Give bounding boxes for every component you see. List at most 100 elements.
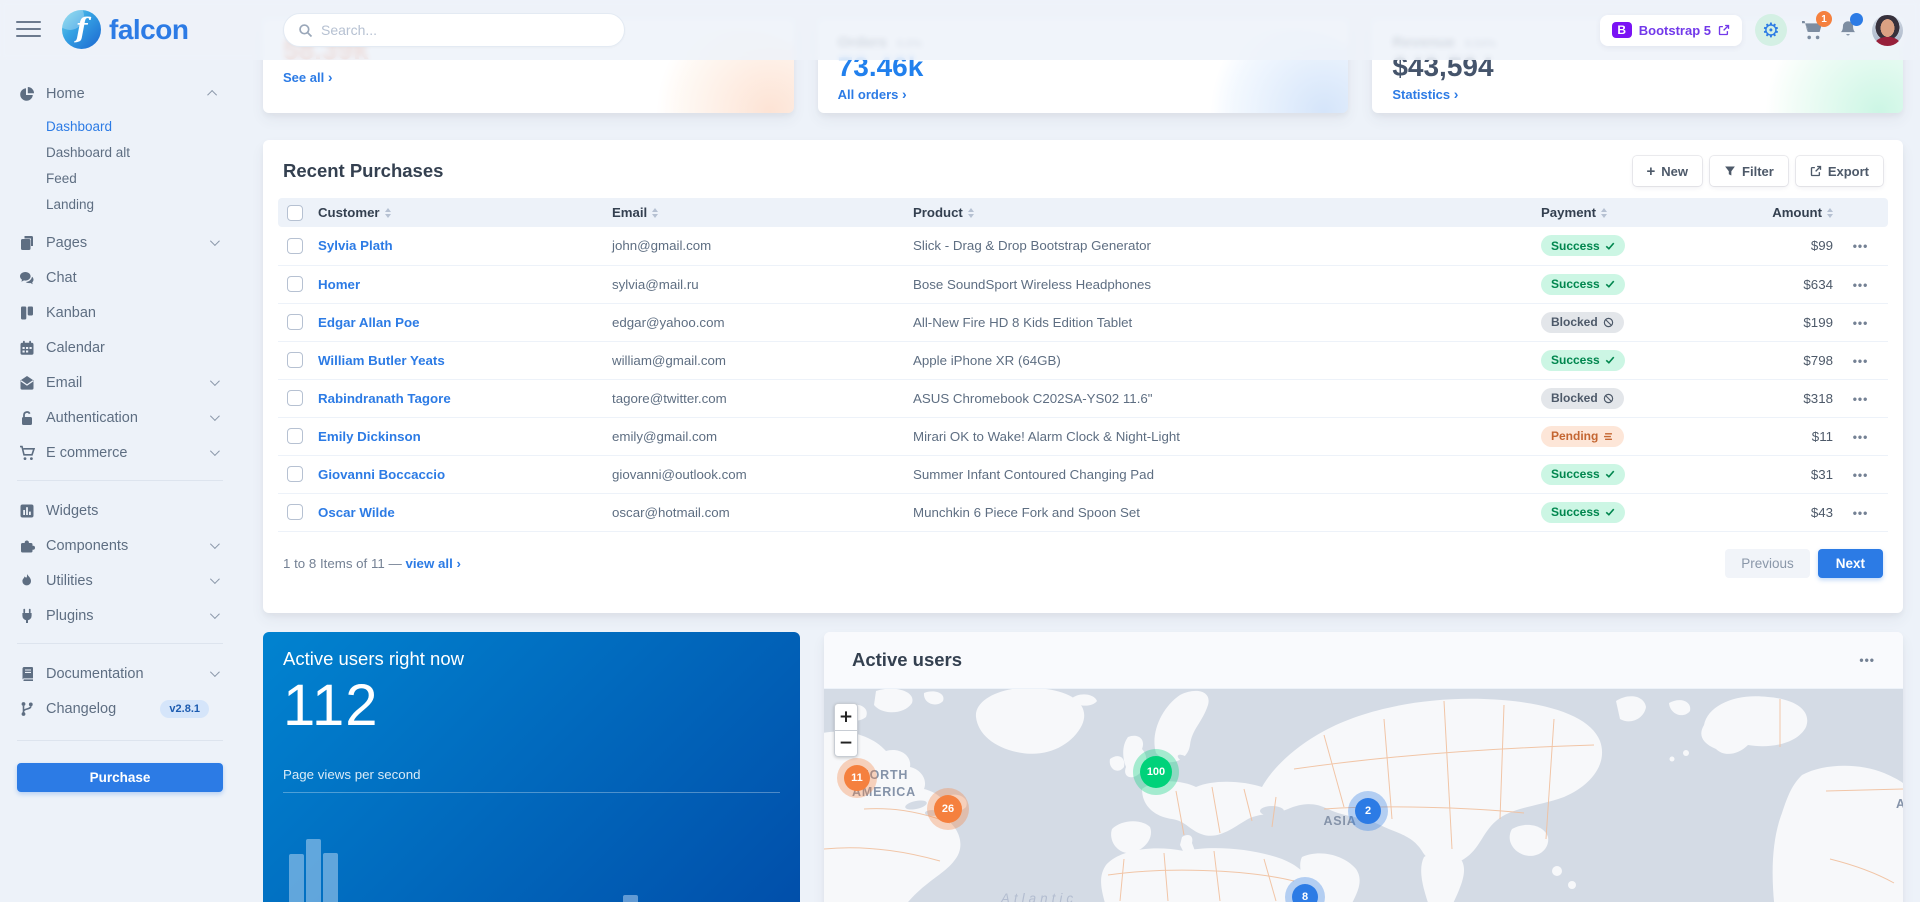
customer-link[interactable]: Homer [318,277,360,292]
recent-purchases-card: Recent Purchases +New Filter Export Cust… [263,140,1903,613]
row-menu-button[interactable]: ••• [1853,354,1869,368]
sidebar-subitem-dashboard-alt[interactable]: Dashboard alt [17,139,223,165]
pageviews-bar [323,853,338,902]
see-all-link[interactable]: See all › [283,69,333,85]
column-header-menu [1833,198,1888,227]
sidebar-item-authentication[interactable]: Authentication [17,400,223,435]
chevron-right-icon: › [902,86,907,102]
sidebar-item-e-commerce[interactable]: E commerce [17,435,223,470]
row-checkbox[interactable] [287,314,303,330]
sidebar-subitem-landing[interactable]: Landing [17,191,223,217]
customer-link[interactable]: Oscar Wilde [318,505,395,520]
customer-link[interactable]: Edgar Allan Poe [318,315,419,330]
sidebar-item-components[interactable]: Components [17,528,223,563]
map-zoom-out-button[interactable]: − [834,730,858,757]
puzzle-icon [19,538,35,554]
email-cell: oscar@hotmail.com [612,493,913,531]
purchase-button[interactable]: Purchase [17,763,223,792]
world-map[interactable]: + − NORTHAMERICAASIANORTHAMERICAAtlantic… [824,689,1903,902]
active-now-title: Active users right now [283,648,780,670]
select-all-checkbox[interactable] [287,205,303,221]
row-menu-button[interactable]: ••• [1853,239,1869,253]
column-header-product[interactable]: Product [913,198,1541,227]
customer-link[interactable]: Giovanni Boccaccio [318,467,445,482]
sidebar-item-widgets[interactable]: Widgets [17,493,223,528]
theme-settings-button[interactable]: ⚙ [1755,14,1787,46]
sidebar-item-utilities[interactable]: Utilities [17,563,223,598]
new-button[interactable]: +New [1633,156,1703,186]
all-orders-link[interactable]: All orders › [838,86,907,102]
map-marker-bubble[interactable]: 26 [934,795,962,823]
table-row: Giovanni Boccacciogiovanni@outlook.comSu… [278,455,1888,493]
map-marker-bubble[interactable]: 100 [1140,756,1172,788]
row-menu-button[interactable]: ••• [1853,392,1869,406]
sidebar-item-plugins[interactable]: Plugins [17,598,223,633]
brand-logo[interactable]: f falcon [62,10,188,49]
product-cell: All-New Fire HD 8 Kids Edition Tablet [913,303,1541,341]
previous-button[interactable]: Previous [1725,549,1810,578]
sidebar-divider [17,740,223,741]
customer-link[interactable]: Rabindranath Tagore [318,391,451,406]
product-cell: Bose SoundSport Wireless Headphones [913,265,1541,303]
email-cell: john@gmail.com [612,227,913,265]
gear-icon: ⚙ [1762,20,1780,40]
row-menu-button[interactable]: ••• [1853,278,1869,292]
sidebar-subitem-feed[interactable]: Feed [17,165,223,191]
row-menu-button[interactable]: ••• [1853,506,1869,520]
statistics-link[interactable]: Statistics › [1392,86,1458,102]
chevron-right-icon: › [1454,86,1459,102]
sort-icon [1601,208,1607,218]
map-marker-bubble[interactable]: 2 [1355,798,1381,824]
sidebar-subitem-dashboard[interactable]: Dashboard [17,113,223,139]
payment-status-badge: Pending [1541,426,1624,447]
row-menu-button[interactable]: ••• [1853,430,1869,444]
row-checkbox[interactable] [287,428,303,444]
cart-button[interactable]: 1 [1800,18,1824,42]
filter-button[interactable]: Filter [1710,156,1788,186]
sidebar-item-calendar[interactable]: Calendar [17,330,223,365]
customer-link[interactable]: Sylvia Plath [318,238,393,253]
search-input[interactable] [321,22,610,38]
sidebar-item-email[interactable]: Email [17,365,223,400]
row-menu-button[interactable]: ••• [1853,316,1869,330]
email-cell: tagore@twitter.com [612,379,913,417]
hamburger-menu-button[interactable] [16,21,41,37]
sidebar-item-changelog[interactable]: Changelogv2.8.1 [17,691,223,726]
sidebar-divider [17,480,223,481]
user-avatar[interactable] [1872,15,1903,46]
column-header-email[interactable]: Email [612,198,913,227]
export-button[interactable]: Export [1796,156,1883,186]
chevron-down-icon [210,667,220,677]
map-zoom-in-button[interactable]: + [834,703,858,730]
poll-icon [19,503,35,519]
amount-cell: $199 [1741,303,1833,341]
search-box[interactable] [283,13,625,47]
sidebar-item-pages[interactable]: Pages [17,225,223,260]
chevron-down-icon [210,446,220,456]
column-header-payment[interactable]: Payment [1541,198,1741,227]
table-row: Oscar Wildeoscar@hotmail.comMunchkin 6 P… [278,493,1888,531]
bootstrap5-badge[interactable]: B Bootstrap 5 [1600,15,1742,46]
row-checkbox[interactable] [287,466,303,482]
pageviews-bar [623,895,638,902]
row-checkbox[interactable] [287,504,303,520]
map-marker-bubble[interactable]: 11 [844,765,870,791]
row-checkbox[interactable] [287,276,303,292]
customer-link[interactable]: William Butler Yeats [318,353,445,368]
next-button[interactable]: Next [1818,549,1883,578]
column-header-amount[interactable]: Amount [1741,198,1833,227]
sidebar-item-kanban[interactable]: Kanban [17,295,223,330]
row-checkbox[interactable] [287,352,303,368]
row-checkbox[interactable] [287,390,303,406]
view-all-link[interactable]: view all › [405,556,460,571]
sidebar-item-home[interactable]: Home [17,76,223,111]
row-checkbox[interactable] [287,238,303,254]
row-menu-button[interactable]: ••• [1853,468,1869,482]
sidebar-item-chat[interactable]: Chat [17,260,223,295]
card-menu-button[interactable]: ••• [1859,653,1875,667]
notifications-button[interactable] [1837,19,1859,41]
sidebar-item-documentation[interactable]: Documentation [17,656,223,691]
column-header-customer[interactable]: Customer [318,198,612,227]
customer-link[interactable]: Emily Dickinson [318,429,421,444]
kanban-icon [19,305,35,321]
